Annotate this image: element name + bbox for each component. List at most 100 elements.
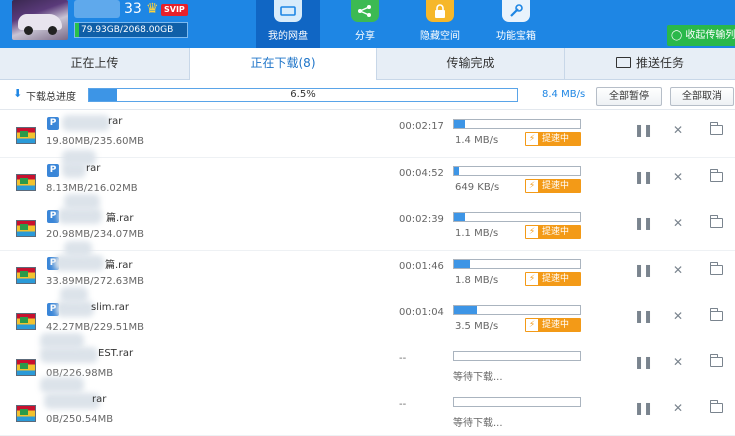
- file-progress-fill: [454, 306, 478, 314]
- speed-boost-badge[interactable]: ⚡ 提速中: [525, 132, 581, 146]
- lightning-icon: ⚡: [526, 273, 538, 285]
- close-icon[interactable]: ✕: [673, 355, 683, 369]
- folder-icon[interactable]: [709, 400, 723, 413]
- cancel-all-button[interactable]: 全部取消: [670, 87, 734, 106]
- file-progress-fill: [454, 260, 470, 268]
- file-progress-fill: [454, 167, 459, 175]
- pause-icon[interactable]: ❚❚: [634, 123, 653, 137]
- cloud-drive-icon-shape: [280, 6, 296, 16]
- download-row[interactable]: P 篇.rar 33.89MB/272.63MB 00:01:46 1.8 MB/s ⚡ 提…: [0, 241, 735, 298]
- transfer-tabs: 正在上传 正在下载(8) 传输完成 推送任务: [0, 48, 735, 80]
- close-icon[interactable]: ✕: [673, 170, 683, 184]
- overall-progress-label: 下载总进度: [26, 92, 76, 103]
- speed-boost-badge[interactable]: ⚡ 提速中: [525, 318, 581, 332]
- tab-completed[interactable]: 传输完成: [377, 48, 565, 79]
- file-progress-bar: [453, 166, 581, 176]
- time-remaining: 00:01:46: [399, 261, 444, 272]
- tab-push-tasks[interactable]: 推送任务: [565, 48, 735, 79]
- tab-downloading[interactable]: 正在下载(8): [190, 48, 377, 80]
- file-speed: 1.8 MB/s: [455, 275, 499, 286]
- p2p-badge: P: [47, 164, 59, 177]
- pause-icon[interactable]: ❚❚: [634, 170, 653, 184]
- folder-icon[interactable]: [709, 215, 723, 228]
- close-icon[interactable]: ✕: [673, 216, 683, 230]
- rar-file-icon: [16, 267, 36, 284]
- boost-label: 提速中: [542, 134, 570, 144]
- time-remaining: 00:02:39: [399, 214, 444, 225]
- pause-icon[interactable]: ❚❚: [634, 216, 653, 230]
- speed-boost-badge[interactable]: ⚡ 提速中: [525, 225, 581, 239]
- collapse-transfer-list-button[interactable]: ◯ 收起传输列: [667, 25, 735, 46]
- pause-icon[interactable]: ❚❚: [634, 263, 653, 277]
- push-icon: [615, 57, 631, 68]
- folder-icon[interactable]: [709, 308, 723, 321]
- filename-redacted: [40, 347, 98, 363]
- file-name: 篇.rar: [105, 260, 133, 271]
- file-progress-fill: [454, 120, 465, 128]
- time-remaining: --: [399, 353, 407, 364]
- filename-redacted: [62, 115, 110, 131]
- crown-icon: ♛: [146, 1, 159, 17]
- folder-icon[interactable]: [709, 169, 723, 182]
- car-wheel: [48, 26, 57, 35]
- boost-label: 提速中: [542, 227, 570, 237]
- speed-boost-badge[interactable]: ⚡ 提速中: [525, 272, 581, 286]
- close-icon[interactable]: ✕: [673, 401, 683, 415]
- storage-quota-text: 79.93GB/2068.00GB: [81, 25, 174, 35]
- close-icon[interactable]: ✕: [673, 123, 683, 137]
- overall-progress-percent: 6.5%: [290, 89, 316, 100]
- file-progress-bar: [453, 212, 581, 222]
- download-row[interactable]: EST.rar 0B/226.98MB -- 等待下载... ❚❚ ✕: [0, 333, 735, 390]
- share-icon-shape: [358, 5, 371, 17]
- pause-icon[interactable]: ❚❚: [634, 401, 653, 415]
- rar-file-icon: [16, 220, 36, 237]
- file-name: EST.rar: [98, 348, 134, 359]
- file-size: 42.27MB/229.51MB: [46, 322, 144, 333]
- time-remaining: 00:02:17: [399, 121, 444, 132]
- close-icon[interactable]: ✕: [673, 309, 683, 323]
- pause-all-button[interactable]: 全部暂停: [596, 87, 662, 106]
- pause-icon[interactable]: ❚❚: [634, 355, 653, 369]
- cloud-drive-icon: [274, 0, 302, 22]
- filename-redacted: [56, 301, 94, 317]
- filename-redacted: [58, 208, 102, 224]
- folder-icon[interactable]: [709, 262, 723, 275]
- download-row[interactable]: Pslim.rar 42.27MB/229.51MB 00:01:04 3.5 MB/…: [0, 287, 735, 344]
- download-row[interactable]: P 篇.rar 20.98MB/234.07MB 00:02:39 1.1 MB/s ⚡ 提…: [0, 194, 735, 251]
- avatar[interactable]: [12, 0, 68, 40]
- speed-boost-badge[interactable]: ⚡ 提速中: [525, 179, 581, 193]
- lock-icon: [426, 0, 454, 22]
- download-row[interactable]: Prar 19.80MB/235.60MB 00:02:17 1.4 MB/s ⚡ 提速中…: [0, 111, 735, 158]
- close-icon[interactable]: ✕: [673, 263, 683, 277]
- file-speed: 1.4 MB/s: [455, 135, 499, 146]
- file-progress-fill: [454, 213, 466, 221]
- nav-hidden-space[interactable]: 隐藏空间: [408, 0, 472, 48]
- pause-icon[interactable]: ❚❚: [634, 309, 653, 323]
- folder-icon[interactable]: [709, 122, 723, 135]
- nav-toolbox[interactable]: 功能宝箱: [484, 0, 548, 48]
- file-size: 8.13MB/216.02MB: [46, 183, 138, 194]
- rar-file-icon: [16, 405, 36, 422]
- filename-redacted: [40, 333, 84, 349]
- folder-icon[interactable]: [709, 354, 723, 367]
- collapse-icon: ◯: [671, 30, 683, 41]
- nav-label: 隐藏空间: [420, 31, 460, 42]
- time-remaining: --: [399, 399, 407, 410]
- lightning-icon: ⚡: [526, 226, 538, 238]
- download-row[interactable]: Prar 8.13MB/216.02MB 00:04:52 649 KB/s ⚡ 提速中 ❚…: [0, 150, 735, 205]
- file-name: rar: [108, 116, 123, 127]
- download-row[interactable]: rar 0B/250.54MB -- 等待下载... ❚❚ ✕: [0, 377, 735, 436]
- lock-icon-shape: [435, 3, 445, 18]
- storage-quota: 79.93GB/2068.00GB: [74, 22, 188, 38]
- waiting-status: 等待下载...: [453, 372, 503, 383]
- file-name: slim.rar: [91, 302, 130, 313]
- p2p-badge: P: [47, 117, 59, 130]
- vip-badge[interactable]: SVIP: [161, 4, 188, 16]
- lightning-icon: ⚡: [526, 319, 538, 331]
- nav-my-drive[interactable]: 我的网盘: [256, 0, 320, 48]
- toolbox-icon-shape: [510, 4, 523, 17]
- nav-share[interactable]: 分享: [333, 0, 397, 48]
- filename-redacted: [64, 241, 92, 257]
- tab-label: 推送任务: [635, 56, 684, 70]
- tab-uploading[interactable]: 正在上传: [0, 48, 190, 79]
